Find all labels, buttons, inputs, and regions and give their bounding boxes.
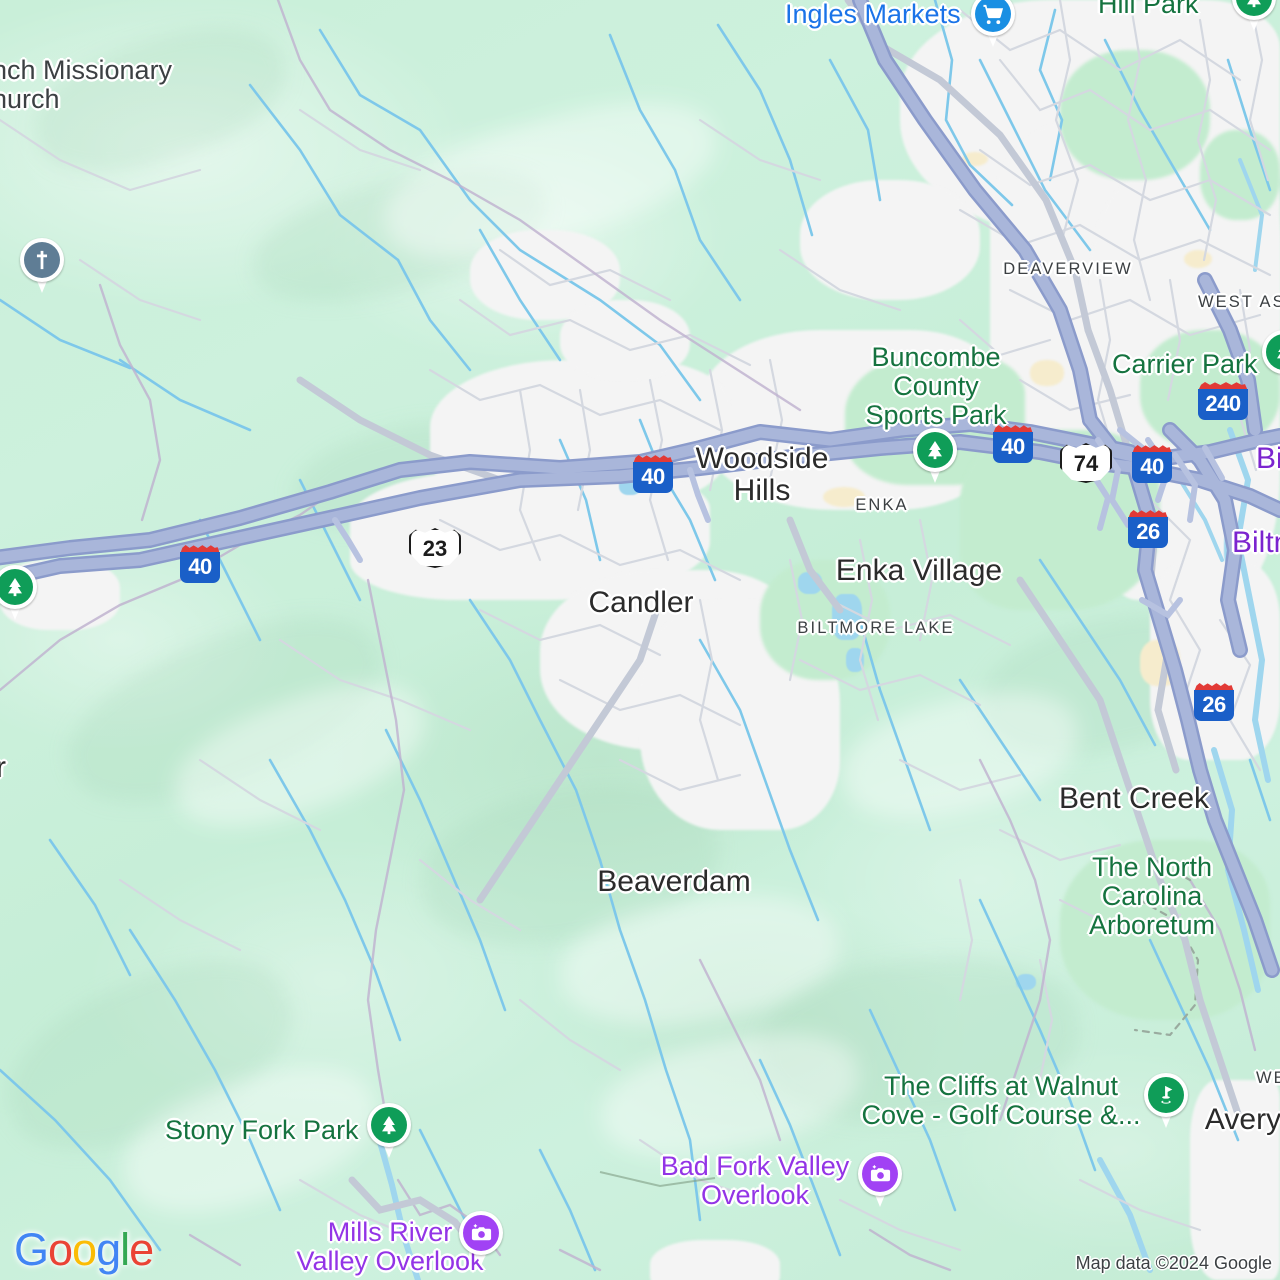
city-label-beaverdam: Beaverdam [597, 865, 751, 898]
park-label-north-carolina-arboretum: The North Carolina Arboretum [1088, 852, 1216, 940]
bad-fork-overlook-pin[interactable] [858, 1152, 902, 1210]
google-logo: Google [14, 1224, 154, 1275]
shopping-cart-icon [975, 0, 1011, 32]
ingles-markets-pin[interactable] [971, 0, 1015, 50]
i40-shield-east[interactable]: 40 [991, 425, 1035, 465]
city-label-enka-village: Enka Village [835, 554, 1003, 587]
carrier-park-pin[interactable] [1262, 330, 1280, 388]
map-canvas[interactable]: Woodside Hills Enka Village Candler Beave… [0, 0, 1280, 1280]
park-label-carrier-park: Carrier Park [1112, 349, 1258, 379]
park-label-buncombe-county-sports-park: Buncombe County Sports Park [865, 342, 1007, 430]
us23-shield[interactable]: 23 [409, 528, 461, 568]
city-label-avery: Avery [1204, 1103, 1280, 1136]
camera-icon [463, 1215, 499, 1251]
map-attribution: Map data ©2024 Google [1075, 1253, 1272, 1273]
biltmore-label-upper: Bi [1256, 442, 1280, 475]
stony-fork-park-pin[interactable] [367, 1103, 411, 1161]
i26-shield-south[interactable]: 26 [1192, 683, 1236, 723]
camera-icon [862, 1156, 898, 1192]
viewpoint-label-bad-fork-valley-overlook: Bad Fork Valley Overlook [660, 1151, 850, 1210]
city-label-cut-off-left: r [0, 751, 6, 784]
city-label-candler: Candler [588, 586, 694, 619]
biltmore-label-lower: Biltm [1232, 526, 1280, 559]
neighborhood-label-deaverview: DEAVERVIEW [1003, 260, 1133, 278]
neighborhood-label-west-asheville: WEST AS [1198, 293, 1280, 311]
tree-icon [1266, 334, 1280, 370]
neighborhood-label-biltmore-lake: BILTMORE LAKE [797, 619, 955, 637]
church-icon [24, 242, 60, 278]
hill-park-pin[interactable] [1232, 0, 1276, 34]
tree-icon [1236, 0, 1272, 16]
park-label-hill-park: Hill Park [1098, 0, 1199, 19]
church-label-missionary-church: nch Missionaryhurch [0, 55, 173, 114]
church-pin[interactable] [20, 238, 64, 296]
i240-shield[interactable]: 240 [1196, 382, 1250, 422]
city-label-bent-creek: Bent Creek [1058, 782, 1210, 815]
shop-label-ingles-markets: Ingles Markets [785, 0, 961, 29]
city-label-woodside-hills: Woodside Hills [695, 442, 829, 508]
golf-icon [1148, 1077, 1184, 1113]
west-park-pin[interactable] [0, 565, 37, 623]
park-label-stony-fork-park: Stony Fork Park [165, 1115, 359, 1145]
i40-shield-asheville[interactable]: 40 [1130, 445, 1174, 485]
walnut-cove-golf-pin[interactable] [1144, 1073, 1188, 1131]
tree-icon [0, 569, 33, 605]
tree-icon [917, 432, 953, 468]
neighborhood-label-west-right-edge: WE [1256, 1069, 1280, 1087]
i26-shield-north[interactable]: 26 [1126, 510, 1170, 550]
neighborhood-label-enka: ENKA [855, 496, 909, 514]
i40-shield-mid[interactable]: 40 [631, 455, 675, 495]
i40-shield-west[interactable]: 40 [178, 545, 222, 585]
buncombe-park-pin[interactable] [913, 428, 957, 486]
mills-river-overlook-pin[interactable] [459, 1211, 503, 1269]
viewpoint-label-mills-river-valley-overlook: Mills River Valley Overlook [296, 1217, 484, 1276]
tree-icon [371, 1107, 407, 1143]
park-label-cliffs-walnut-cove-golf: The Cliffs at Walnut Cove - Golf Course &… [861, 1071, 1141, 1130]
us74-shield[interactable]: 74 [1060, 443, 1112, 483]
